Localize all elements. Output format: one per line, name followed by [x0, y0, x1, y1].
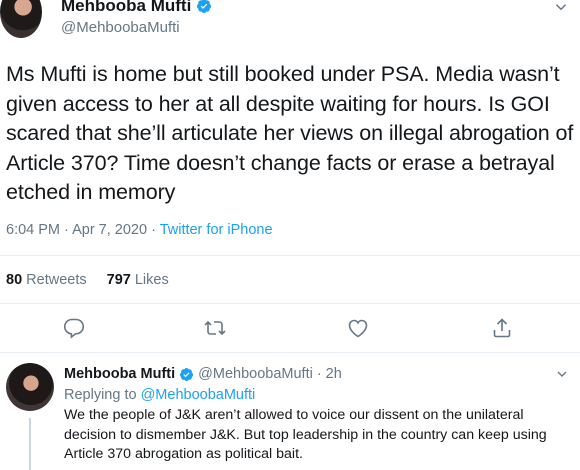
share-icon[interactable]	[490, 316, 514, 340]
chevron-down-icon[interactable]	[554, 366, 570, 382]
retweets-count: 80	[6, 272, 23, 288]
author-handle[interactable]: @MehboobaMufti	[61, 19, 180, 36]
divider	[0, 352, 580, 353]
likes-count: 797	[106, 272, 131, 288]
author-name-row: Mehbooba Mufti	[61, 0, 212, 16]
replying-to: Replying to @MehboobaMufti	[64, 387, 255, 403]
divider	[0, 255, 580, 256]
separator-dot: ·	[316, 366, 322, 382]
tweet-meta: 6:04 PM · Apr 7, 2020 · Twitter for iPho…	[6, 222, 273, 238]
reply-author-handle[interactable]: @MehboobaMufti	[198, 366, 313, 382]
retweets-label: Retweets	[26, 272, 87, 288]
thread-line	[29, 418, 31, 470]
reply-author-avatar[interactable]	[6, 363, 54, 411]
retweets-stat[interactable]: 80 Retweets	[6, 272, 87, 288]
tweet-text: Ms Mufti is home but still booked under …	[6, 62, 574, 204]
reply-icon[interactable]	[62, 316, 86, 340]
reply-header: Mehbooba Mufti @MehboobaMufti · 2h	[64, 366, 342, 382]
reply-tweet-text: We the people of J&K aren’t allowed to v…	[64, 407, 547, 462]
author-name[interactable]: Mehbooba Mufti	[61, 0, 191, 16]
tweet-source-link[interactable]: Twitter for iPhone	[160, 222, 273, 238]
tweet-timestamp[interactable]: 6:04 PM · Apr 7, 2020 ·	[6, 222, 160, 238]
author-avatar[interactable]	[0, 0, 42, 38]
reply-timestamp[interactable]: 2h	[326, 366, 342, 382]
verified-badge-icon	[180, 367, 194, 381]
divider	[0, 303, 580, 304]
chevron-down-icon[interactable]	[552, 0, 570, 16]
retweet-icon[interactable]	[203, 316, 227, 340]
like-icon[interactable]	[346, 316, 370, 340]
verified-badge-icon	[197, 0, 212, 13]
likes-stat[interactable]: 797 Likes	[107, 272, 169, 288]
replying-mention-link[interactable]: @MehboobaMufti	[141, 387, 256, 403]
tweet-actions	[0, 316, 580, 342]
reply-author-name[interactable]: Mehbooba Mufti	[64, 366, 175, 382]
likes-label: Likes	[134, 272, 169, 288]
replying-prefix: Replying to	[64, 387, 137, 403]
tweet-stats: 80 Retweets 797 Likes	[6, 272, 169, 288]
